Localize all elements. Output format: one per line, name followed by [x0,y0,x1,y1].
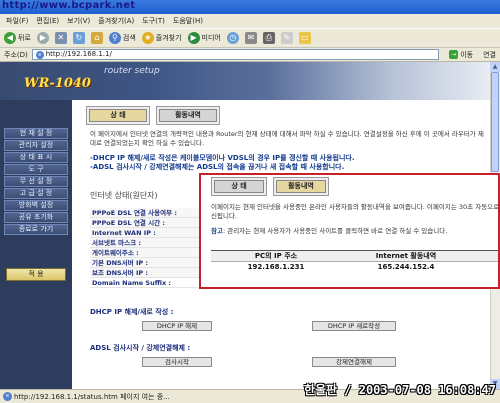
tab-status[interactable]: 상 태 [89,109,147,122]
scroll-up-icon[interactable]: ▲ [490,62,500,72]
tab-bar: 상 태 활동내역 [86,106,220,125]
adsl-title: ADSL 검사시작 / 강제연결해제 : [90,344,191,352]
address-label: 주소(D) [4,50,28,59]
mail-icon[interactable]: ✉ [244,32,257,44]
star-icon: ★ [141,32,154,44]
activity-table: PC의 IP 주소 Internet 활동내역 192.168.1.231 16… [211,250,498,273]
menu-help[interactable]: 도움말(H) [173,16,203,26]
adsl-start-button[interactable]: 검사시작 [142,357,212,367]
menu-edit[interactable]: 편집(E) [36,16,59,26]
media-icon: ▶ [187,32,200,44]
popup-tab-activity[interactable]: 활동내역 [276,180,326,193]
activity-popup: 상 태 활동내역 이페이지는 현재 인터넷을 사용중인 온라인 사용자들의 활동… [199,173,500,289]
loading-page-icon: e [3,392,12,401]
popup-note-text: : 관리자는 현재 사용자가 사용중인 사이트를 클릭하면 바로 연결 하실 수… [222,227,448,235]
go-button[interactable]: → 이동 [443,50,479,60]
forward-arrow-icon[interactable]: ▶ [36,32,49,44]
folder-icon[interactable]: ▭ [298,32,311,44]
search-button[interactable]: ⚲ 검색 [108,32,136,44]
search-icon: ⚲ [108,32,121,44]
popup-description: 이페이지는 현재 인터넷을 사용중인 온라인 사용자들의 활동내역을 보여줍니다… [211,203,500,220]
favorites-button[interactable]: ★ 즐겨찾기 [141,32,182,44]
dhcp-release-button[interactable]: DHCP IP 해제 [142,321,212,331]
router-header: router setup WR-1040 [0,62,490,100]
dhcp-title: DHCP IP 해제/새로 작성 : [90,308,174,316]
back-label: 뒤로 [18,34,31,42]
back-arrow-icon: ◀ [4,32,16,44]
watermark-text: http://www.bcpark.net [2,0,136,11]
note-adsl: -ADSL 검사시작 / 강제연결해제는 ADSL의 접속을 끊거나 새 접속할… [90,163,345,171]
sidebar-item-reset[interactable]: 공유 초기화 [4,212,68,223]
sidebar-item-status[interactable]: 상 태 표 시 [4,152,68,163]
cell-activity[interactable]: 165.244.152.4 [341,262,471,273]
media-label: 미디어 [201,34,221,42]
links-label[interactable]: 연결 [483,50,500,60]
popup-tab-status[interactable]: 상 태 [214,180,264,193]
go-label: 이동 [460,50,474,59]
menu-favorites[interactable]: 즐겨찾기(A) [98,16,134,26]
print-icon[interactable]: ⎙ [262,32,275,44]
logo-tagline: router setup [104,66,160,76]
menu-file[interactable]: 파일(F) [6,16,28,26]
status-section-title: 인터넷 상태(원단자) [90,191,158,200]
cell-pc-ip: 192.168.1.231 [247,263,305,271]
sidebar-item-wireless[interactable]: 무 선 설 정 [4,176,68,187]
page-icon: e [35,50,44,59]
menu-view[interactable]: 보기(V) [67,16,90,26]
history-icon[interactable]: ◷ [226,32,239,44]
popup-tab-bar: 상 태 활동내역 [211,177,329,196]
scroll-thumb[interactable] [491,72,499,172]
popup-note: 참고: 관리자는 현재 사용자가 사용중인 사이트를 클릭하면 바로 연결 하실… [211,227,498,236]
menu-bar: 파일(F) 편집(E) 보기(V) 즐겨찾기(A) 도구(T) 도움말(H) [0,14,500,28]
home-icon[interactable]: ⌂ [90,32,103,44]
note-dhcp: -DHCP IP 해제/새로 작성은 케이블모뎀이나 VDSL의 경우 IP를 … [90,154,355,162]
router-menu: 현 재 설 정 관리자 설정 상 태 표 시 도 구 무 선 설 정 고 급 설… [4,128,68,236]
table-row: 192.168.1.231 165.244.152.4 [211,262,498,273]
apply-button[interactable]: 적 용 [6,268,66,281]
search-label: 검색 [122,34,136,42]
stop-icon[interactable]: ✕ [54,32,67,44]
header-pc-ip: PC의 IP 주소 [254,252,298,260]
router-logo: WR-1040 [24,76,91,91]
page-description: 이 페이지에서 인터넷 연결의 개략적인 내용과 Router의 현재 상태에 … [90,130,484,147]
adsl-disconnect-button[interactable]: 강제연결해제 [312,357,396,367]
dhcp-renew-button[interactable]: DHCP IP 새로작성 [312,321,396,331]
go-arrow-icon: → [449,50,459,59]
notes: -DHCP IP 해제/새로 작성은 케이블모뎀이나 VDSL의 경우 IP를 … [90,154,490,172]
edit-icon[interactable]: ✎ [280,32,293,44]
refresh-icon[interactable]: ↻ [72,32,85,44]
sidebar-item-advanced[interactable]: 고 급 설 정 [4,188,68,199]
sidebar-item-tools[interactable]: 도 구 [4,164,68,175]
address-bar: 주소(D) e http://192.168.1.1/ → 이동 연결 [0,48,500,62]
sidebar-item-firewall[interactable]: 방화벽 설정 [4,200,68,211]
address-url: http://192.168.1.1/ [45,50,112,58]
sidebar-item-exit[interactable]: 종료로 가기 [4,224,68,235]
sidebar-item-admin[interactable]: 관리자 설정 [4,140,68,151]
sidebar-item-current[interactable]: 현 재 설 정 [4,128,68,139]
back-button[interactable]: ◀ 뒤로 [4,32,31,44]
tab-activity[interactable]: 활동내역 [159,109,217,122]
capture-timestamp: 한울판 / 2003-07-08 16:08:47 [303,383,496,397]
popup-note-label: 참고 [211,227,223,235]
toolbar: ◀ 뒤로 ▶ ✕ ↻ ⌂ ⚲ 검색 ★ 즐겨찾기 ▶ 미디어 ◷ ✉ ⎙ ✎ ▭ [0,28,500,48]
header-activity: Internet 활동내역 [375,252,437,260]
media-button[interactable]: ▶ 미디어 [187,32,221,44]
status-text: http://192.168.1.1/status.htm 페이지 여는 중..… [14,392,170,401]
favorites-label: 즐겨찾기 [155,34,182,42]
address-input[interactable]: e http://192.168.1.1/ [31,49,440,60]
menu-tools[interactable]: 도구(T) [142,16,165,26]
table-header: PC의 IP 주소 Internet 활동내역 [211,251,498,262]
